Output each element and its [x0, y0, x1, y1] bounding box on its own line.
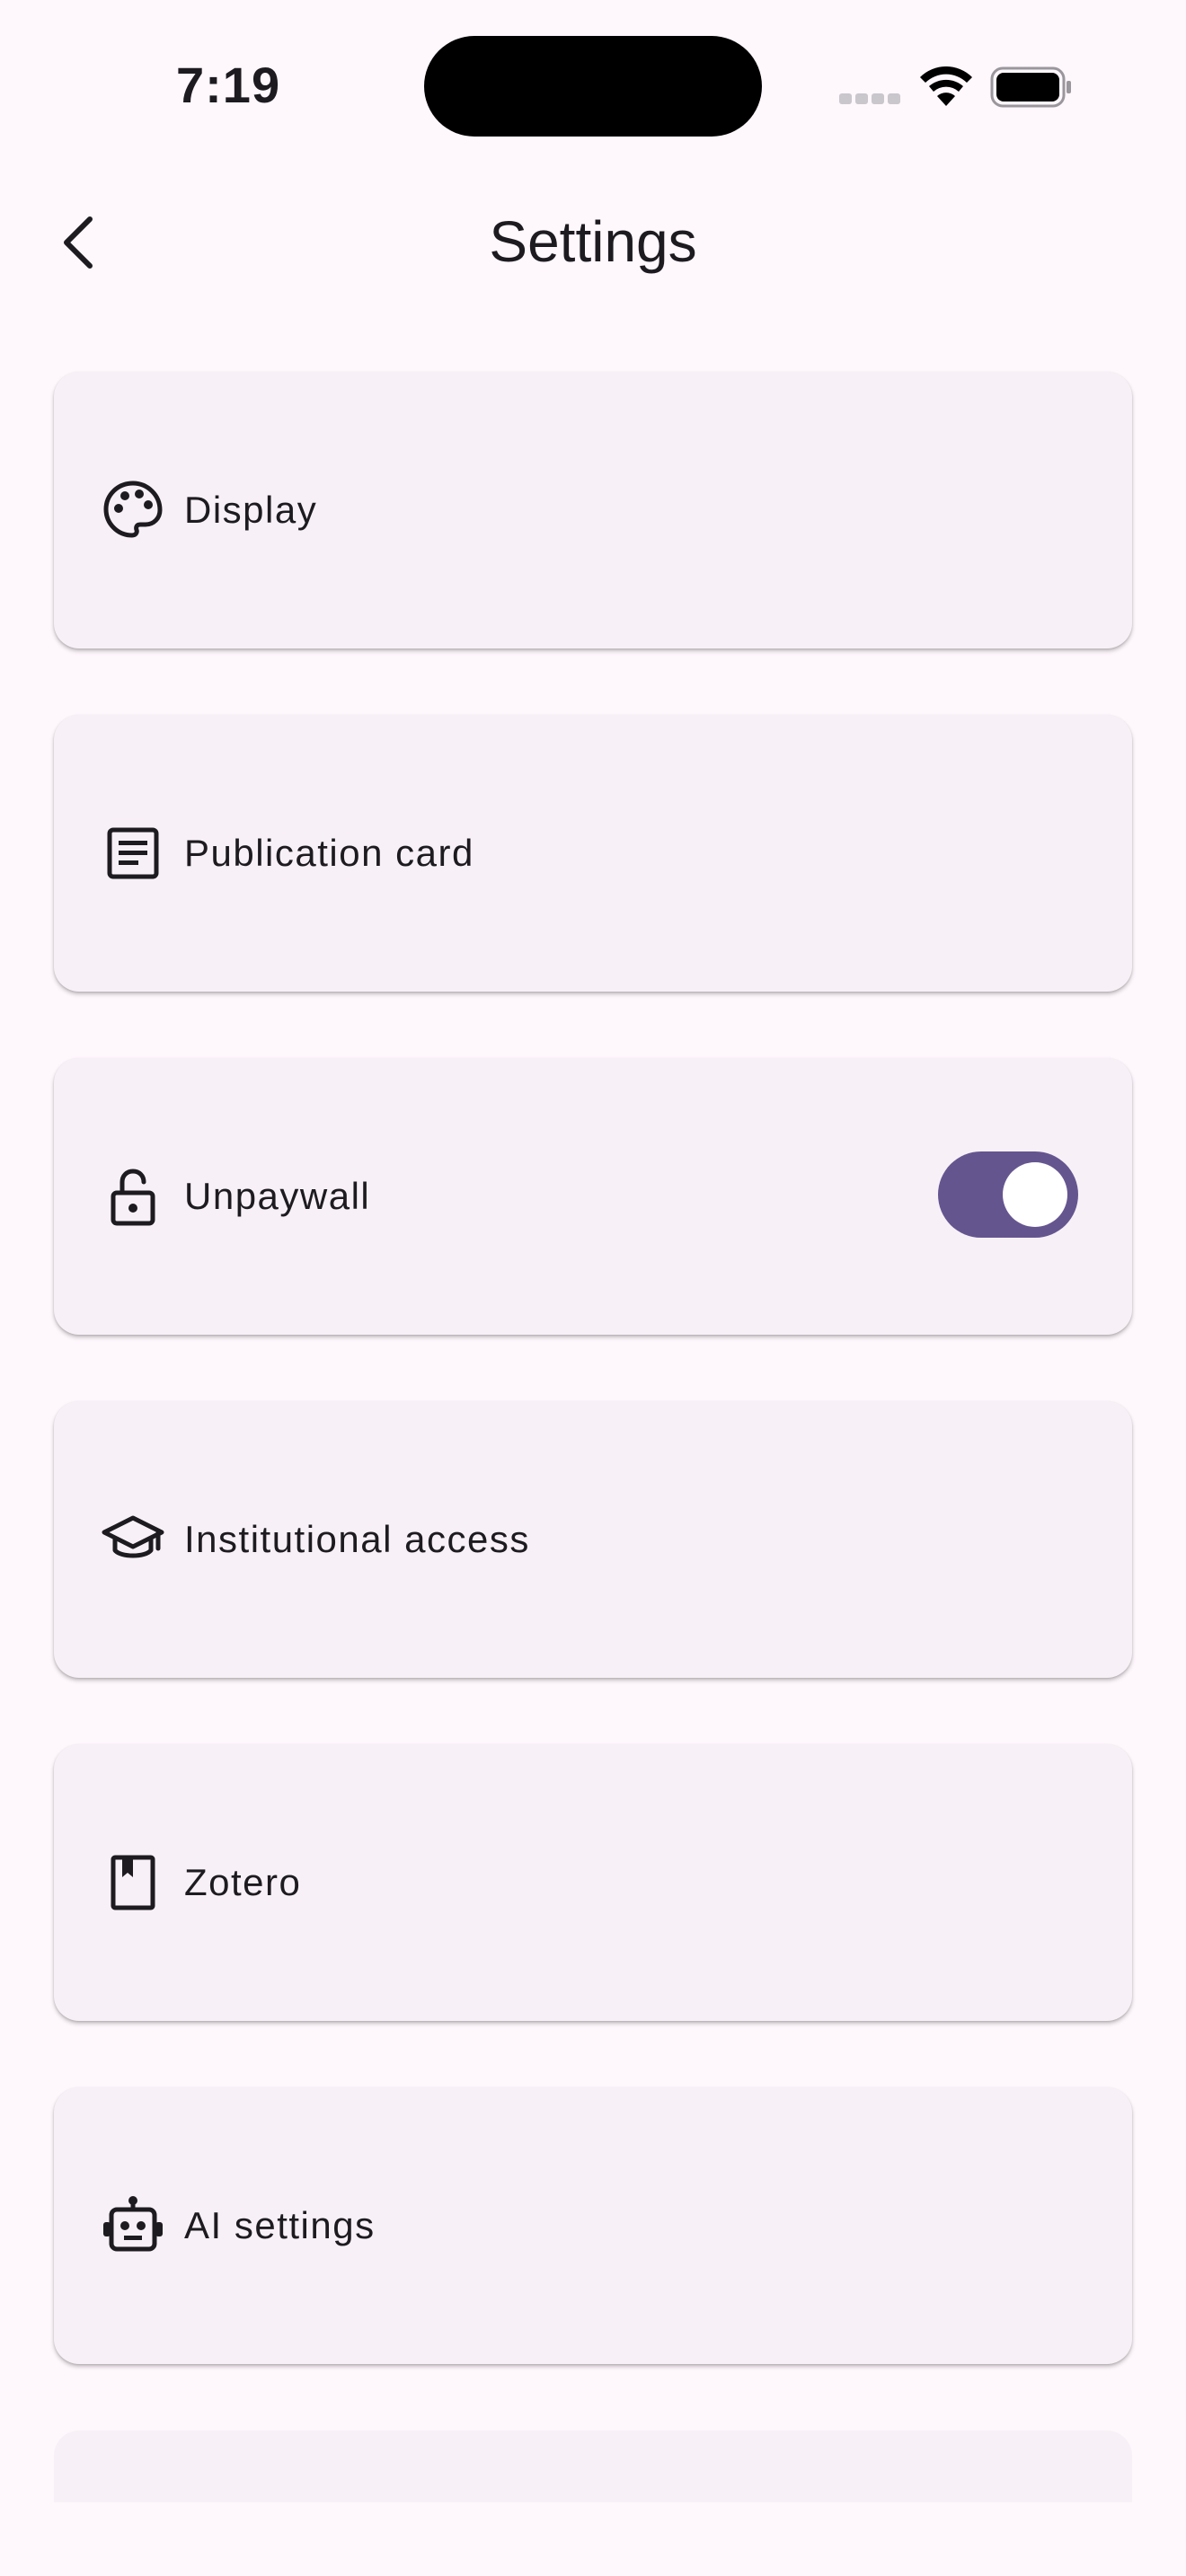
- settings-item-label: Publication card: [184, 832, 474, 874]
- school-icon: [102, 1515, 164, 1558]
- settings-item-ai-settings[interactable]: AI settings: [54, 2087, 1132, 2364]
- lock-open-icon: [111, 1169, 155, 1226]
- page-title: Settings: [489, 209, 697, 274]
- bookmark-book-icon: [111, 1855, 155, 1910]
- settings-item-label: Zotero: [184, 1861, 302, 1903]
- settings-item-zotero[interactable]: Zotero: [54, 1744, 1132, 2021]
- settings-item-partial[interactable]: [54, 2430, 1132, 2502]
- settings-item-label: Institutional access: [184, 1518, 530, 1560]
- top-app-bar: Settings: [0, 189, 1186, 296]
- battery-icon: [990, 66, 1071, 108]
- unpaywall-toggle[interactable]: [938, 1151, 1078, 1238]
- settings-item-label: Display: [184, 489, 318, 531]
- cellular-signal-icon: [839, 93, 904, 104]
- wifi-icon: [920, 66, 972, 106]
- robot-icon: [103, 2196, 163, 2252]
- settings-item-publication-card[interactable]: Publication card: [54, 715, 1132, 992]
- settings-item-label: AI settings: [184, 2204, 376, 2246]
- settings-item-institutional-access[interactable]: Institutional access: [54, 1401, 1132, 1678]
- status-bar: 7:19: [0, 0, 1186, 171]
- article-icon: [107, 827, 159, 879]
- dynamic-island: [424, 36, 762, 137]
- palette-icon: [103, 481, 163, 538]
- settings-item-unpaywall[interactable]: Unpaywall: [54, 1058, 1132, 1335]
- settings-item-display[interactable]: Display: [54, 372, 1132, 648]
- status-time: 7:19: [176, 57, 281, 113]
- settings-item-label: Unpaywall: [184, 1175, 371, 1217]
- toggle-knob: [1003, 1162, 1067, 1227]
